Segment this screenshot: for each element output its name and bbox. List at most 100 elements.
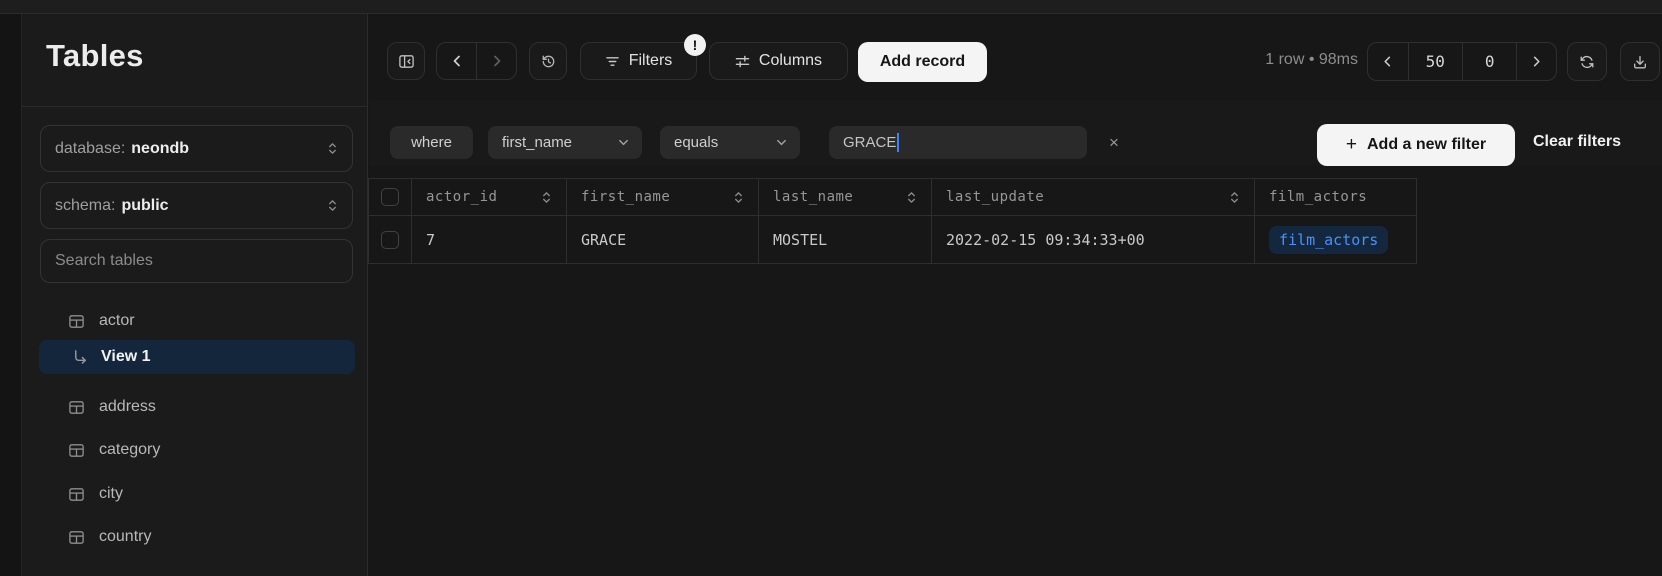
sort-icon[interactable] — [533, 190, 552, 205]
download-icon — [1632, 54, 1648, 70]
page-offset-input[interactable]: 0 — [1462, 43, 1516, 80]
sidebar-item-label: View 1 — [101, 348, 151, 366]
sidebar-item-label: city — [99, 485, 123, 503]
column-header-label: actor_id — [426, 189, 497, 205]
sidebar-item-city[interactable]: city — [39, 477, 355, 511]
table-icon — [68, 529, 85, 546]
page-size-input[interactable]: 50 — [1408, 43, 1462, 80]
filter-value-input[interactable]: GRACE — [829, 126, 1087, 159]
row-select-cell — [369, 216, 412, 264]
table-icon — [68, 313, 85, 330]
sidebar-item-view-1[interactable]: View 1 — [39, 340, 355, 374]
pagination-control: 50 0 — [1367, 42, 1557, 81]
filters-button-label: Filters — [629, 52, 673, 70]
filter-value-text: GRACE — [843, 134, 896, 151]
add-record-label: Add record — [880, 53, 965, 71]
sort-icon[interactable] — [898, 190, 917, 205]
search-tables-field — [40, 239, 353, 283]
sidebar-item-label: country — [99, 528, 151, 546]
column-header-first-name[interactable]: first_name — [567, 179, 759, 216]
back-button[interactable] — [437, 43, 476, 79]
column-header-label: first_name — [581, 189, 670, 205]
columns-button[interactable]: Columns — [709, 42, 848, 80]
refresh-button[interactable] — [1567, 42, 1607, 81]
sort-icon[interactable] — [725, 190, 744, 205]
chevron-down-icon — [775, 136, 788, 149]
history-clock-icon — [540, 53, 557, 70]
sort-icon[interactable] — [1221, 190, 1240, 205]
sidebar: Tables database: neondb schema: public a… — [22, 14, 368, 576]
cell-first-name[interactable]: GRACE — [567, 216, 759, 264]
table-icon — [68, 486, 85, 503]
column-header-last-name[interactable]: last_name — [759, 179, 932, 216]
sidebar-item-address[interactable]: address — [39, 390, 355, 424]
plus-icon: + — [1346, 134, 1357, 156]
sidebar-item-category[interactable]: category — [39, 433, 355, 467]
sidebar-divider — [22, 106, 367, 107]
collapse-sidebar-button[interactable] — [387, 42, 425, 80]
select-all-cell — [369, 179, 412, 216]
chevron-right-icon — [1530, 55, 1543, 68]
elbow-arrow-icon — [72, 349, 89, 366]
add-record-button[interactable]: Add record — [858, 42, 987, 82]
cell-last-update[interactable]: 2022-02-15 09:34:33+00 — [932, 216, 1255, 264]
column-header-label: last_name — [773, 189, 853, 205]
select-updown-icon — [327, 141, 338, 156]
chevron-left-icon — [450, 54, 464, 68]
next-page-button[interactable] — [1516, 43, 1556, 80]
search-tables-input[interactable] — [55, 252, 338, 270]
forward-button[interactable] — [476, 43, 516, 79]
query-status-text: 1 row • 98ms — [1256, 51, 1358, 69]
cell-last-name[interactable]: MOSTEL — [759, 216, 932, 264]
filter-operator-value: equals — [674, 134, 718, 151]
column-header-label: last_update — [946, 189, 1044, 205]
sidebar-item-label: category — [99, 441, 160, 459]
database-select[interactable]: database: neondb — [40, 125, 353, 172]
sidebar-item-actor[interactable]: actor — [39, 304, 355, 338]
column-header-film-actors[interactable]: film_actors — [1255, 179, 1417, 216]
prev-page-button[interactable] — [1368, 43, 1408, 80]
sidebar-item-country[interactable]: country — [39, 520, 355, 554]
filter-field-value: first_name — [502, 134, 572, 151]
schema-select-label: schema: — [55, 197, 115, 215]
schema-select-value: public — [121, 197, 168, 215]
panel-left-close-icon — [398, 53, 415, 70]
chevron-down-icon — [617, 136, 630, 149]
filters-button[interactable]: Filters — [580, 42, 697, 80]
window-top-strip — [0, 0, 1662, 14]
column-header-label: film_actors — [1269, 189, 1367, 205]
history-nav-group — [436, 42, 517, 80]
chevron-left-icon — [1381, 55, 1394, 68]
filters-alert-badge: ! — [684, 34, 706, 56]
sidebar-item-label: actor — [99, 312, 135, 330]
column-header-last-update[interactable]: last_update — [932, 179, 1255, 216]
clear-filters-button[interactable]: Clear filters — [1533, 133, 1621, 151]
filter-field-select[interactable]: first_name — [488, 126, 642, 159]
sidebar-item-label: address — [99, 398, 156, 416]
download-button[interactable] — [1620, 42, 1660, 81]
film-actors-link[interactable]: film_actors — [1269, 226, 1388, 254]
columns-button-label: Columns — [759, 52, 822, 70]
database-select-label: database: — [55, 140, 125, 158]
text-cursor — [897, 133, 899, 152]
left-rail — [0, 14, 22, 576]
filter-funnel-icon — [605, 55, 620, 68]
add-filter-button[interactable]: + Add a new filter — [1317, 124, 1515, 166]
row-checkbox[interactable] — [381, 231, 399, 249]
sliders-icon — [735, 55, 750, 68]
chevron-right-icon — [490, 54, 504, 68]
app-window: Tables database: neondb schema: public a… — [0, 0, 1662, 576]
remove-filter-button[interactable]: × — [1102, 131, 1126, 155]
cell-film-actors: film_actors — [1255, 216, 1417, 264]
table-icon — [68, 399, 85, 416]
add-filter-label: Add a new filter — [1367, 136, 1486, 154]
table-icon — [68, 442, 85, 459]
query-history-button[interactable] — [529, 42, 567, 80]
refresh-icon — [1579, 54, 1595, 70]
filter-operator-select[interactable]: equals — [660, 126, 800, 159]
schema-select[interactable]: schema: public — [40, 182, 353, 229]
select-all-checkbox[interactable] — [381, 188, 399, 206]
cell-actor-id[interactable]: 7 — [412, 216, 567, 264]
column-header-actor-id[interactable]: actor_id — [412, 179, 567, 216]
data-grid: actor_id first_name last_name last_updat… — [368, 178, 1417, 264]
